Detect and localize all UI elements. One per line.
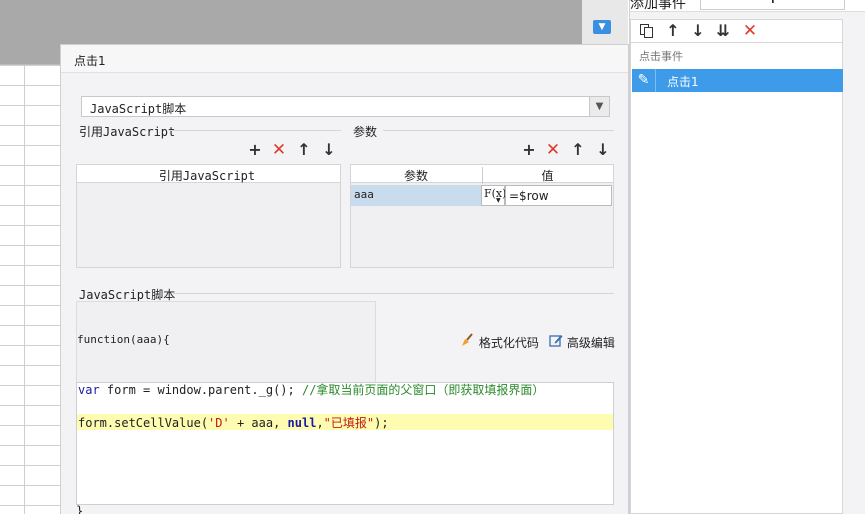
event-toolbar: ↑ ↓ ⇊ ✕: [630, 19, 843, 43]
params-table: 参数 值 aaa F(x) ▼ =$row: [350, 164, 614, 268]
delete-param-button[interactable]: ✕: [544, 141, 562, 159]
function-signature: function(aaa){: [77, 333, 170, 346]
divider: [169, 130, 341, 131]
column-header: 引用JavaScript: [158, 169, 256, 183]
list-item-label: 点击1: [667, 75, 699, 89]
pencil-icon: ✎: [632, 69, 656, 92]
dialog-title: 点击1: [74, 54, 106, 68]
dialog-title-bar: 点击1: [61, 45, 628, 73]
params-group-label: 参数: [353, 125, 378, 139]
plus-icon: +: [767, 0, 779, 7]
move-to-bottom-icon[interactable]: ⇊: [714, 22, 732, 40]
dropdown-toggle-icon[interactable]: ▼: [593, 20, 611, 34]
list-item[interactable]: ✎ 点击1: [632, 69, 843, 92]
broom-icon: [461, 333, 475, 347]
copy-icon[interactable]: [639, 23, 655, 39]
param-name-cell[interactable]: aaa: [351, 185, 481, 206]
code-line-highlighted: form.setCellValue('D' + aaa, null,"已填报")…: [77, 414, 613, 430]
add-ref-button[interactable]: +: [246, 141, 264, 159]
table-header: 引用JavaScript: [77, 165, 340, 183]
code-line: var form = window.parent._g(); //拿取当前页面的…: [78, 383, 545, 397]
divider: [383, 130, 614, 131]
move-down-icon[interactable]: ↓: [689, 22, 707, 40]
closing-brace: }: [76, 504, 84, 514]
move-down-icon[interactable]: ↓: [594, 141, 612, 159]
event-list: 点击事件 ✎ 点击1: [630, 43, 843, 514]
event-panel: 添加事件 + ↑ ↓ ⇊ ✕ 点击事件 ✎ 点击1: [629, 0, 865, 514]
formula-icon[interactable]: F(x) ▼: [481, 185, 506, 206]
move-down-icon[interactable]: ↓: [320, 141, 338, 159]
ref-js-table: 引用JavaScript: [76, 164, 341, 268]
event-group-label: 点击事件: [639, 50, 683, 63]
move-up-icon[interactable]: ↑: [664, 22, 682, 40]
script-type-value: JavaScript脚本: [90, 102, 187, 116]
side-tool-column: ▼: [582, 0, 628, 44]
column-header-value: 值: [482, 167, 612, 184]
chevron-down-icon: ▼: [496, 197, 501, 204]
event-editor-dialog: 点击1 JavaScript脚本 ▼ 引用JavaScript + ✕ ↑ ↓ …: [60, 44, 629, 514]
param-value-input[interactable]: =$row: [505, 185, 612, 206]
divider: [173, 293, 614, 294]
ref-js-group-label: 引用JavaScript: [79, 125, 176, 139]
event-panel-title: 添加事件: [630, 0, 686, 12]
chevron-down-icon[interactable]: ▼: [589, 97, 609, 116]
add-event-button[interactable]: +: [700, 0, 845, 10]
advanced-edit-button[interactable]: 高级编辑: [549, 333, 615, 351]
edit-icon: [549, 333, 563, 347]
add-param-button[interactable]: +: [520, 141, 538, 159]
delete-ref-button[interactable]: ✕: [270, 141, 288, 159]
script-type-select[interactable]: JavaScript脚本 ▼: [81, 96, 610, 117]
code-editor[interactable]: var form = window.parent._g(); //拿取当前页面的…: [76, 382, 614, 505]
move-up-icon[interactable]: ↑: [569, 141, 587, 159]
spreadsheet-grid: [0, 64, 60, 514]
table-header: 参数 值: [351, 165, 613, 184]
delete-event-button[interactable]: ✕: [741, 22, 759, 40]
event-panel-header: 添加事件 +: [630, 0, 865, 12]
column-header-param: 参数: [403, 169, 428, 183]
move-up-icon[interactable]: ↑: [295, 141, 313, 159]
format-code-button[interactable]: 格式化代码: [461, 333, 539, 351]
